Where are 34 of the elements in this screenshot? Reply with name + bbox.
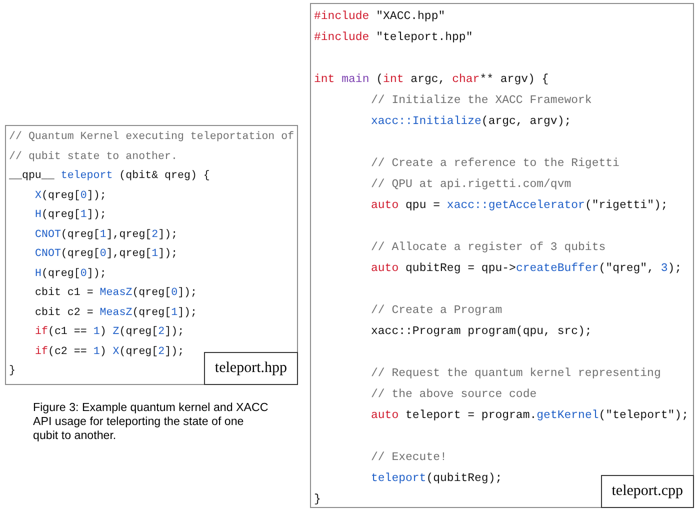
- code-line: X(qreg[0]);: [34, 188, 106, 204]
- code-line: if(c2 == 1) X(qreg[2]);: [34, 344, 184, 360]
- code-line: #include "XACC.hpp": [314, 9, 446, 25]
- code-line: }: [314, 492, 321, 508]
- code-line: xacc::Program program(qpu, src);: [370, 324, 592, 340]
- code-line: }: [9, 364, 16, 379]
- code-line: auto qpu = xacc::getAccelerator("rigetti");: [370, 198, 668, 214]
- code-line: // Initialize the XACC Framework: [370, 93, 592, 109]
- code-line: // QPU at api.rigetti.com/qvm: [370, 177, 572, 193]
- filename-label: teleport.hpp: [204, 352, 298, 384]
- code-line: // Create a reference to the Rigetti: [370, 156, 620, 172]
- figure-caption: Figure 3: Example quantum kernel and XACC API usage for teleporting the state of one qubit to another.: [33, 400, 269, 442]
- code-line: cbit c1 = MeasZ(qreg[0]);: [34, 286, 198, 301]
- code-line: H(qreg[0]);: [34, 266, 106, 282]
- code-line: cbit c2 = MeasZ(qreg[1]);: [34, 306, 198, 320]
- code-line: // qubit state to another.: [9, 150, 178, 164]
- code-line: // Create a Program: [370, 303, 502, 319]
- code-line: // Execute!: [370, 450, 447, 466]
- code-line: if(c1 == 1) Z(qreg[2]);: [34, 325, 184, 340]
- code-line: int main (int argc, char** argv) {: [314, 72, 549, 88]
- code-line: // Request the quantum kernel representing: [370, 366, 661, 382]
- code-line: auto teleport = program.getKernel("teleport");: [370, 408, 688, 424]
- code-line: // Allocate a register of 3 qubits: [370, 240, 606, 256]
- code-line: __qpu__ teleport (qbit& qreg) {: [9, 169, 210, 184]
- code-line: H(qreg[1]);: [34, 208, 106, 223]
- code-line: auto qubitReg = qpu->createBuffer("qreg", 3);: [370, 261, 682, 277]
- code-line: #include "teleport.hpp": [314, 30, 473, 46]
- code-line: // the above source code: [370, 387, 537, 403]
- code-line: CNOT(qreg[1],qreg[2]);: [34, 228, 178, 242]
- code-line: xacc::Initialize(argc, argv);: [370, 114, 572, 130]
- code-line: teleport(qubitReg);: [370, 471, 502, 487]
- filename-label: teleport.cpp: [600, 475, 694, 508]
- code-line: CNOT(qreg[0],qreg[1]);: [34, 247, 178, 262]
- code-line: // Quantum Kernel executing teleportation of: [9, 130, 294, 145]
